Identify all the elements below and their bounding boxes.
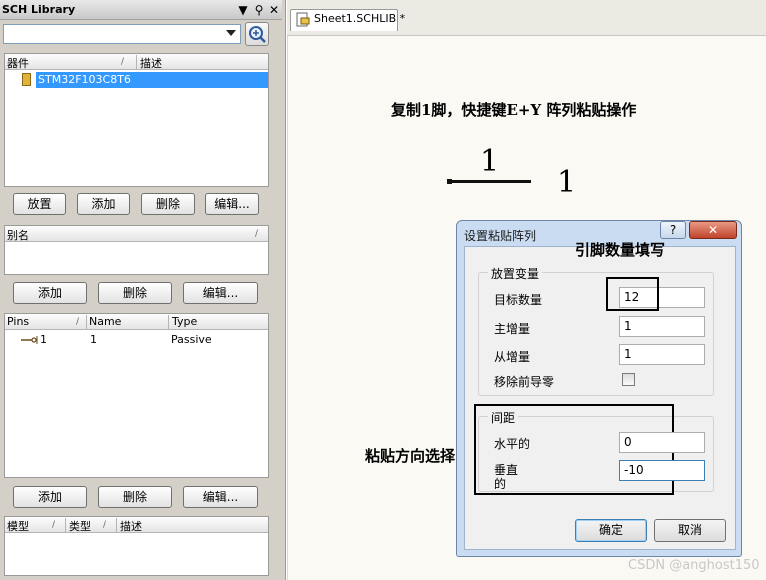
component-name: STM32F103C8T6: [38, 73, 131, 86]
vertical-spacing-input[interactable]: -10: [619, 460, 705, 481]
highlight-box-count: [606, 277, 659, 311]
target-count-label: 目标数量: [494, 293, 543, 307]
zoom-search-button[interactable]: [245, 22, 269, 46]
delete-component-button[interactable]: 删除: [141, 193, 195, 215]
column-separator: [136, 55, 137, 70]
component-filter-combo[interactable]: [3, 24, 241, 44]
column-description[interactable]: 描述: [140, 55, 162, 71]
spacing-group-label: 间距: [488, 409, 519, 426]
alias-list-header: [5, 226, 268, 242]
placement-group-label: 放置变量: [488, 265, 543, 282]
list-item-selected[interactable]: STM32F103C8T6: [36, 72, 268, 88]
watermark: CSDN @anghost150: [628, 558, 760, 573]
pin-name: 1: [90, 333, 97, 346]
panel-close-icon[interactable]: ✕: [267, 3, 281, 17]
column-description[interactable]: 描述: [120, 518, 142, 534]
pin-number-label: 1: [557, 165, 577, 200]
column-component[interactable]: 器件: [7, 55, 29, 71]
edit-pin-button[interactable]: 编辑...: [183, 486, 258, 508]
ok-button[interactable]: 确定: [575, 519, 647, 542]
pin-panel-icon[interactable]: ⚲: [252, 3, 266, 17]
column-type[interactable]: Type: [172, 315, 197, 328]
callout-pin-count: 引脚数量填写: [575, 241, 666, 259]
vertical-label-line2: 的: [494, 477, 507, 491]
add-component-button[interactable]: 添加: [77, 193, 130, 215]
sort-icon: /: [121, 57, 125, 67]
column-type[interactable]: 类型: [69, 518, 91, 534]
dialog-title: 设置粘贴阵列: [464, 229, 537, 243]
instruction-text: 复制1脚，快捷键E+Y 阵列粘贴操作: [391, 101, 637, 119]
horizontal-label: 水平的: [494, 437, 531, 451]
panel-menu-arrow-icon[interactable]: ▼: [236, 3, 250, 17]
panel-title: SCH Library: [2, 3, 76, 16]
cancel-button[interactable]: 取消: [654, 519, 726, 542]
delete-pin-button[interactable]: 删除: [98, 486, 172, 508]
remove-leading-zeros-checkbox[interactable]: [622, 373, 635, 386]
pin-designator: 1: [40, 333, 47, 346]
pin-line[interactable]: [449, 180, 531, 183]
close-button[interactable]: ✕: [689, 221, 737, 239]
pin-name-label: 1: [480, 144, 500, 179]
add-alias-button[interactable]: 添加: [13, 282, 87, 304]
pin-type: Passive: [171, 333, 212, 346]
pin-hotspot: [447, 179, 452, 184]
place-button[interactable]: 放置: [13, 193, 66, 215]
horizontal-spacing-input[interactable]: 0: [619, 432, 705, 453]
callout-direction: 粘贴方向选择: [365, 447, 456, 465]
sort-icon: /: [52, 520, 56, 530]
add-pin-button[interactable]: 添加: [13, 486, 87, 508]
edit-component-button[interactable]: 编辑...: [205, 193, 259, 215]
column-pins[interactable]: Pins: [7, 315, 29, 328]
column-separator: [168, 315, 169, 330]
column-separator: [86, 315, 87, 330]
column-name[interactable]: Name: [89, 315, 121, 328]
help-button[interactable]: ?: [660, 221, 686, 239]
secondary-increment-input[interactable]: 1: [619, 344, 705, 365]
primary-increment-input[interactable]: 1: [619, 316, 705, 337]
combo-dropdown-icon[interactable]: [226, 30, 236, 36]
pins-list-header: [5, 314, 268, 330]
sort-icon: /: [255, 229, 259, 239]
remove-leading-zeros-label: 移除前导零: [494, 375, 555, 389]
tab-label: Sheet1.SCHLIB *: [314, 12, 406, 25]
schlib-document-icon: [296, 12, 310, 27]
column-model[interactable]: 模型: [7, 518, 29, 534]
column-alias[interactable]: 别名: [7, 227, 29, 243]
edit-alias-button[interactable]: 编辑...: [183, 282, 258, 304]
table-row[interactable]: 1 1 Passive: [5, 332, 268, 348]
column-separator: [65, 518, 66, 533]
column-separator: [116, 518, 117, 533]
secondary-increment-label: 从增量: [494, 350, 531, 364]
delete-alias-button[interactable]: 删除: [98, 282, 172, 304]
magnifier-icon: [249, 26, 266, 43]
primary-increment-label: 主增量: [494, 322, 531, 336]
component-chip-icon: [22, 73, 31, 86]
sort-icon: /: [103, 520, 107, 530]
sort-icon: /: [76, 317, 80, 327]
